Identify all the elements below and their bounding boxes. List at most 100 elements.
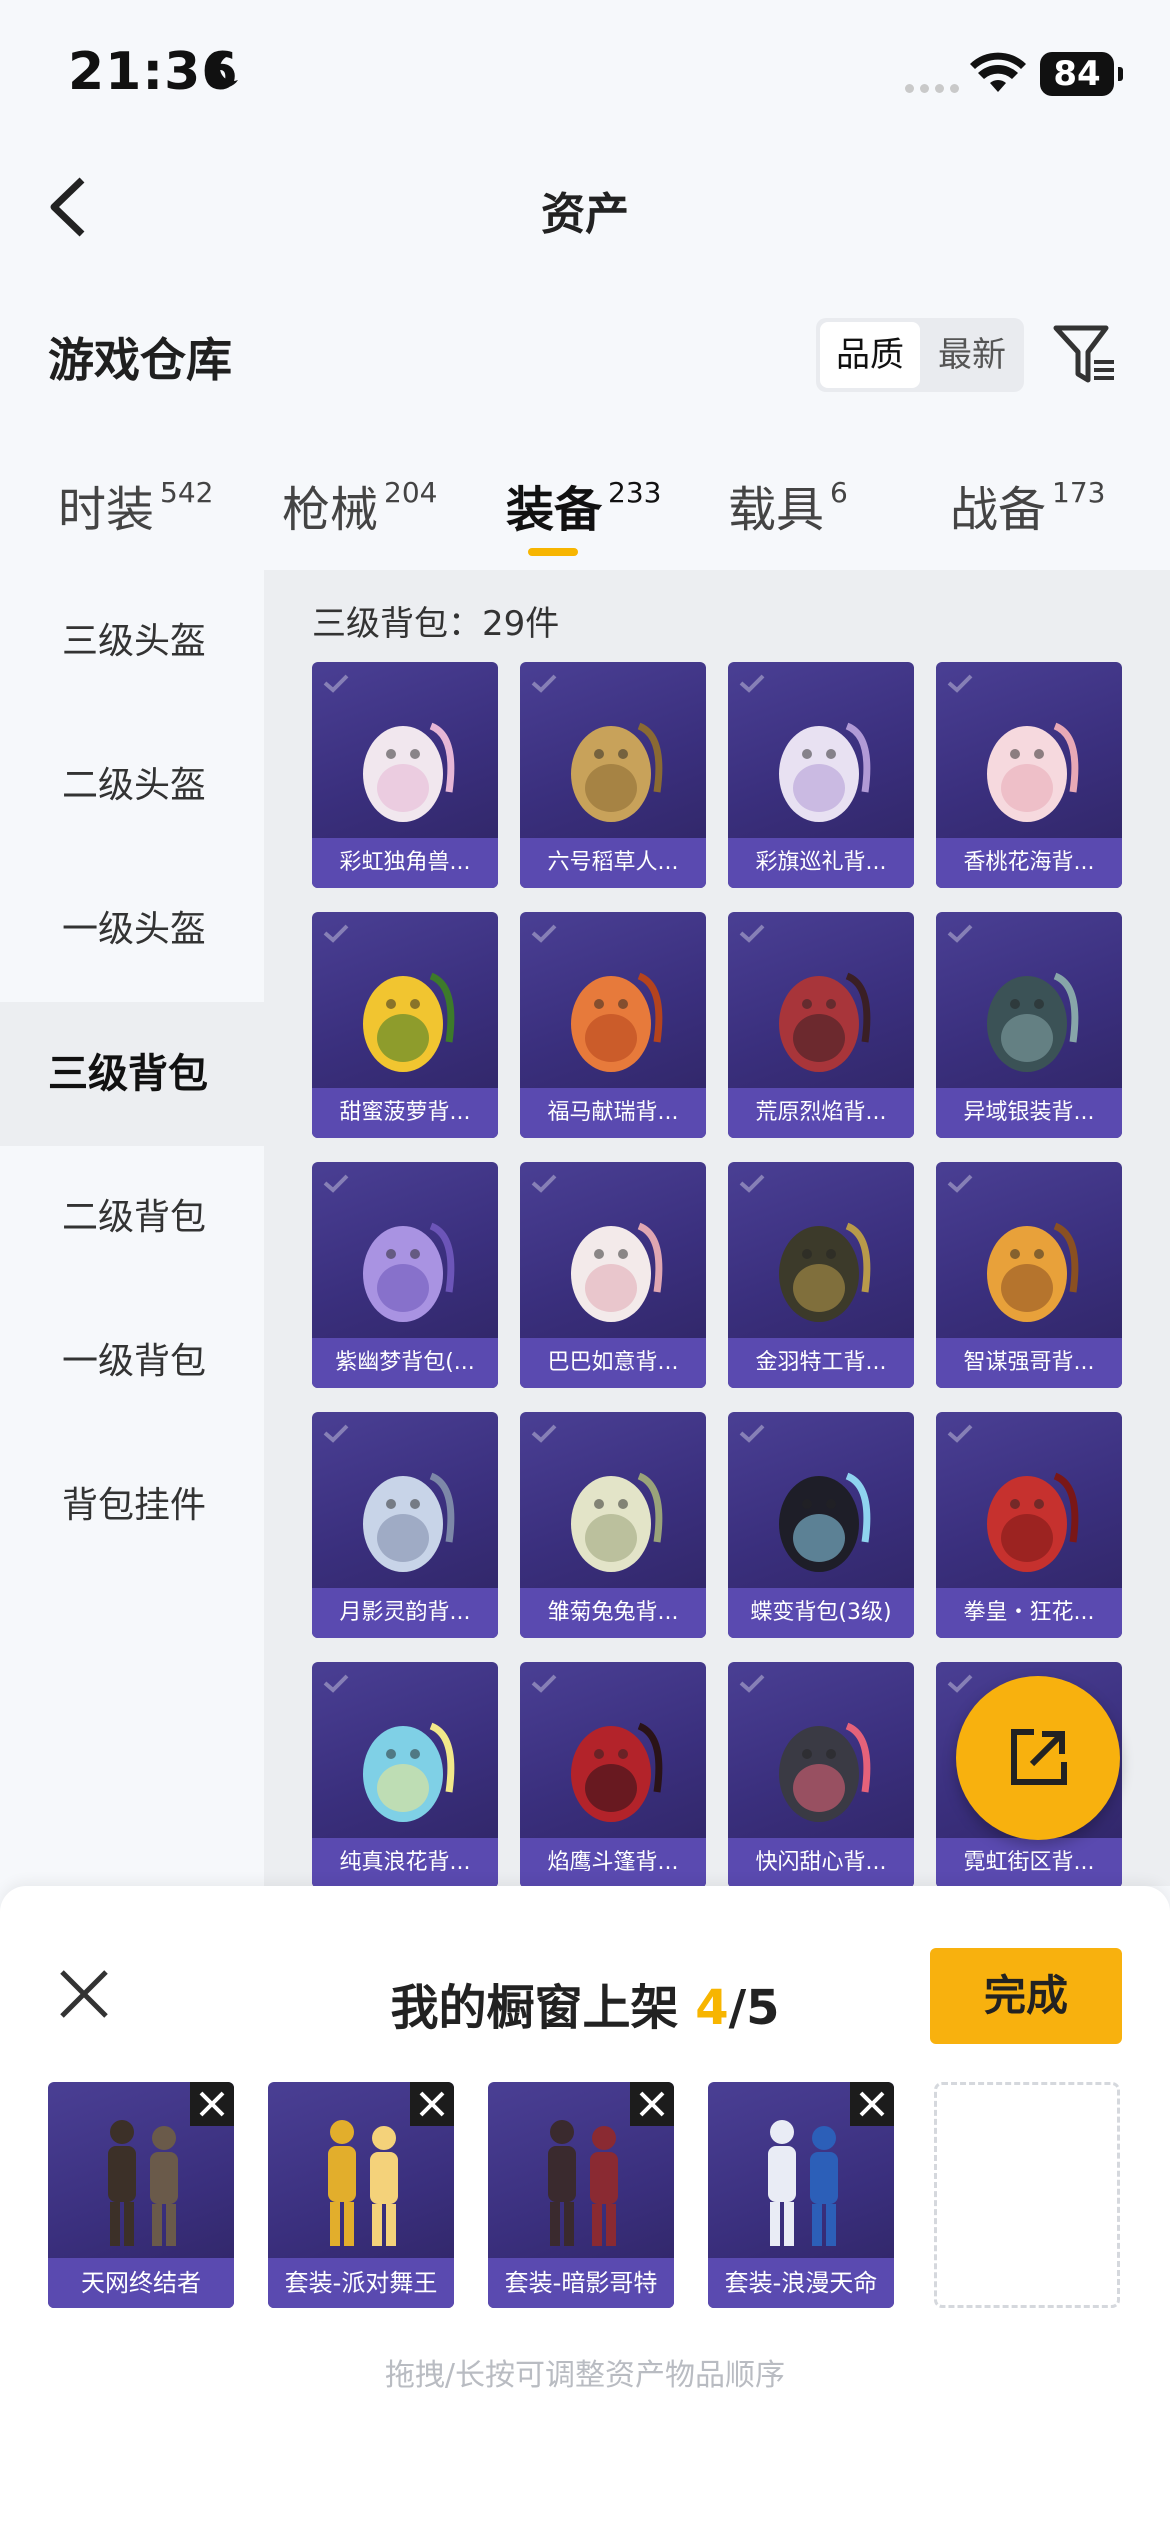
done-button[interactable]: 完成 — [930, 1948, 1122, 2044]
check-mark-icon — [947, 924, 973, 943]
wifi-icon — [970, 52, 1026, 92]
backpack-icon — [363, 972, 455, 1072]
item-card[interactable]: 纯真浪花背... — [312, 1662, 498, 1888]
showcase-slot[interactable]: 套装-浪漫天命 — [708, 2082, 894, 2308]
item-card[interactable]: 甜蜜菠萝背... — [312, 912, 498, 1138]
remove-slot-button[interactable] — [850, 2082, 894, 2126]
showcase-slot[interactable]: 天网终结者 — [48, 2082, 234, 2308]
tab-count: 173 — [1052, 476, 1106, 509]
filter-icon[interactable] — [1052, 322, 1118, 388]
sidebar-item-helmet-3[interactable]: 三级头盔 — [0, 570, 264, 714]
backpack-icon — [571, 972, 663, 1072]
item-card-label: 纯真浪花背... — [312, 1838, 498, 1888]
item-card[interactable]: 雏菊兔兔背... — [520, 1412, 706, 1638]
item-card[interactable]: 巴巴如意背... — [520, 1162, 706, 1388]
item-card-label: 荒原烈焰背... — [728, 1088, 914, 1138]
check-mark-icon — [739, 674, 765, 693]
tab-active-indicator — [528, 548, 578, 556]
item-card[interactable]: 福马献瑞背... — [520, 912, 706, 1138]
tab-count: 542 — [160, 476, 214, 509]
outfit-icon — [108, 2120, 178, 2246]
check-mark-icon — [739, 1674, 765, 1693]
backpack-icon — [571, 1472, 663, 1572]
item-card[interactable]: 智谋强哥背... — [936, 1162, 1122, 1388]
showcase-slot[interactable]: 套装-派对舞王 — [268, 2082, 454, 2308]
sidebar-item-helmet-1[interactable]: 一级头盔 — [0, 858, 264, 1002]
backpack-icon — [779, 1722, 871, 1822]
showcase-slot[interactable]: 套装-暗影哥特 — [488, 2082, 674, 2308]
item-card-label: 巴巴如意背... — [520, 1338, 706, 1388]
item-card-label: 香桃花海背... — [936, 838, 1122, 888]
showcase-count-current: 4 — [695, 1980, 729, 2036]
item-card[interactable]: 月影灵韵背... — [312, 1412, 498, 1638]
sidebar-item-backpack-2[interactable]: 二级背包 — [0, 1146, 264, 1290]
tab-vehicles[interactable]: 载具 6 — [728, 470, 848, 540]
sort-by-quality-button[interactable]: 品质 — [820, 322, 920, 388]
check-mark-icon — [531, 924, 557, 943]
item-card[interactable]: 金羽特工背... — [728, 1162, 914, 1388]
backpack-icon — [779, 1472, 871, 1572]
check-mark-icon — [323, 1424, 349, 1443]
item-card[interactable]: 彩旗巡礼背... — [728, 662, 914, 888]
backpack-icon — [363, 1472, 455, 1572]
sidebar-item-backpack-3[interactable]: 三级背包 — [0, 1002, 264, 1146]
moon-icon — [208, 55, 238, 88]
tab-label: 载具 — [728, 482, 825, 538]
item-card-label: 快闪甜心背... — [728, 1838, 914, 1888]
item-card[interactable]: 彩虹独角兽... — [312, 662, 498, 888]
reorder-hint: 拖拽/长按可调整资产物品顺序 — [384, 2358, 786, 2393]
tab-equipment[interactable]: 装备 233 — [506, 470, 661, 540]
tab-count: 6 — [830, 476, 848, 509]
item-card[interactable]: 紫幽梦背包(... — [312, 1162, 498, 1388]
item-card-label: 福马献瑞背... — [520, 1088, 706, 1138]
sidebar-item-backpack-1[interactable]: 一级背包 — [0, 1290, 264, 1434]
showcase-slot-label: 天网终结者 — [48, 2258, 234, 2308]
item-card-label: 紫幽梦背包(... — [312, 1338, 498, 1388]
backpack-icon — [571, 722, 663, 822]
sidebar-item-backpack-charm[interactable]: 背包挂件 — [0, 1434, 264, 1578]
backpack-icon — [571, 1722, 663, 1822]
close-icon — [419, 2091, 445, 2117]
check-mark-icon — [323, 1174, 349, 1193]
tab-guns[interactable]: 枪械 204 — [282, 470, 437, 540]
item-card[interactable]: 荒原烈焰背... — [728, 912, 914, 1138]
item-card[interactable]: 六号稻草人... — [520, 662, 706, 888]
remove-slot-button[interactable] — [630, 2082, 674, 2126]
item-card-label: 异域银装背... — [936, 1088, 1122, 1138]
signal-dots-icon — [905, 78, 965, 97]
backpack-icon — [987, 972, 1079, 1072]
item-card[interactable]: 蝶变背包(3级) — [728, 1412, 914, 1638]
item-card[interactable]: 异域银装背... — [936, 912, 1122, 1138]
item-card-label: 彩旗巡礼背... — [728, 838, 914, 888]
remove-slot-button[interactable] — [410, 2082, 454, 2126]
tab-fashion[interactable]: 时装 542 — [58, 470, 213, 540]
backpack-icon — [363, 722, 455, 822]
outfit-icon — [328, 2120, 398, 2246]
sidebar-item-helmet-2[interactable]: 二级头盔 — [0, 714, 264, 858]
item-card[interactable]: 快闪甜心背... — [728, 1662, 914, 1888]
check-mark-icon — [739, 1424, 765, 1443]
share-icon — [1011, 1729, 1067, 1785]
status-bar: 21:36 84 — [0, 0, 1170, 140]
sort-by-newest-button[interactable]: 最新 — [924, 322, 1020, 388]
check-mark-icon — [323, 674, 349, 693]
check-mark-icon — [531, 1424, 557, 1443]
share-button[interactable] — [956, 1676, 1120, 1840]
item-card[interactable]: 香桃花海背... — [936, 662, 1122, 888]
backpack-icon — [779, 722, 871, 822]
remove-slot-button[interactable] — [190, 2082, 234, 2126]
item-card[interactable]: 拳皇・狂花... — [936, 1412, 1122, 1638]
backpack-icon — [987, 1222, 1079, 1322]
outfit-icon — [548, 2120, 618, 2246]
check-mark-icon — [531, 674, 557, 693]
item-card-label: 六号稻草人... — [520, 838, 706, 888]
sort-toggle: 品质 最新 — [816, 318, 1024, 392]
showcase-title-text: 我的橱窗上架 — [390, 1980, 679, 2036]
tab-label: 装备 — [506, 482, 603, 538]
tab-supplies[interactable]: 战备 173 — [950, 470, 1105, 540]
empty-showcase-slot[interactable] — [934, 2082, 1120, 2308]
showcase-count-total: /5 — [728, 1980, 780, 2036]
section-title: 游戏仓库 — [48, 333, 232, 387]
item-card-label: 焰鹰斗篷背... — [520, 1838, 706, 1888]
item-card[interactable]: 焰鹰斗篷背... — [520, 1662, 706, 1888]
